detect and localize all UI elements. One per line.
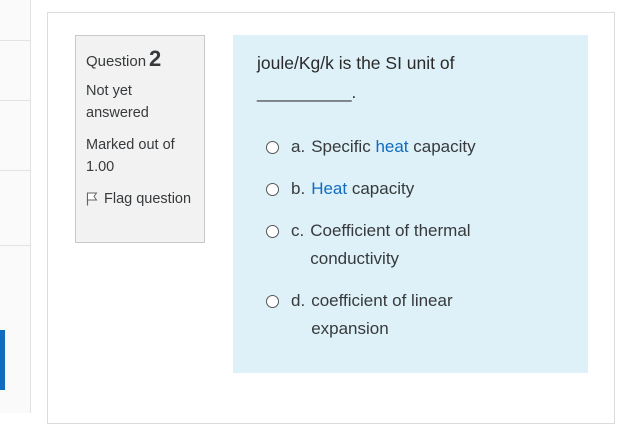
option-label: Specific heat capacity — [311, 133, 511, 161]
question-number-label: Question 2 — [86, 46, 194, 72]
marks-label: Marked out of — [86, 137, 175, 153]
radio-unchecked-icon[interactable] — [266, 141, 279, 154]
question-label: Question — [86, 53, 147, 70]
radio-unchecked-icon[interactable] — [266, 295, 279, 308]
question-blank: __________. — [257, 83, 357, 102]
option-text-part: capacity — [408, 137, 476, 156]
sidebar-active-indicator — [0, 330, 5, 390]
answer-option-b[interactable]: b. Heat capacity — [266, 175, 511, 203]
option-highlight: Heat — [311, 179, 348, 198]
radio-unchecked-icon[interactable] — [266, 225, 279, 238]
sidebar-divider — [0, 245, 30, 246]
sidebar-divider — [0, 40, 30, 41]
question-marks: Marked out of 1.00 — [86, 134, 194, 178]
flag-icon — [86, 192, 98, 206]
option-letter: d. — [291, 291, 306, 310]
sidebar-divider — [0, 170, 30, 171]
radio-unchecked-icon[interactable] — [266, 183, 279, 196]
option-highlight: heat — [375, 137, 409, 156]
flag-question-label: Flag question — [104, 191, 192, 207]
flag-question-link[interactable]: Flag question — [86, 188, 194, 210]
option-label: Coefficient of thermal conductivity — [310, 221, 471, 268]
question-info-panel: Question 2 Not yet answered Marked out of… — [75, 35, 205, 243]
option-label: Heat capacity — [311, 175, 511, 203]
marks-value: 1.00 — [86, 159, 115, 175]
answer-option-a[interactable]: a. Specific heat capacity — [266, 133, 511, 161]
left-sidebar — [0, 0, 31, 413]
option-letter: b. — [291, 179, 306, 198]
option-text-part: Specific — [311, 137, 376, 156]
answer-option-d[interactable]: d. coefficient of linear expansion — [266, 287, 491, 343]
question-state: Not yet answered — [86, 83, 149, 121]
question-text: joule/Kg/k is the SI unit of — [257, 53, 455, 73]
option-letter: a. — [291, 137, 306, 156]
sidebar-divider — [0, 100, 30, 101]
question-number: 2 — [149, 46, 162, 71]
answer-option-c[interactable]: c. Coefficient of thermal conductivity — [266, 217, 500, 273]
option-label: coefficient of linear expansion — [311, 291, 453, 338]
option-text-part: capacity — [347, 179, 415, 198]
option-letter: c. — [291, 221, 305, 240]
